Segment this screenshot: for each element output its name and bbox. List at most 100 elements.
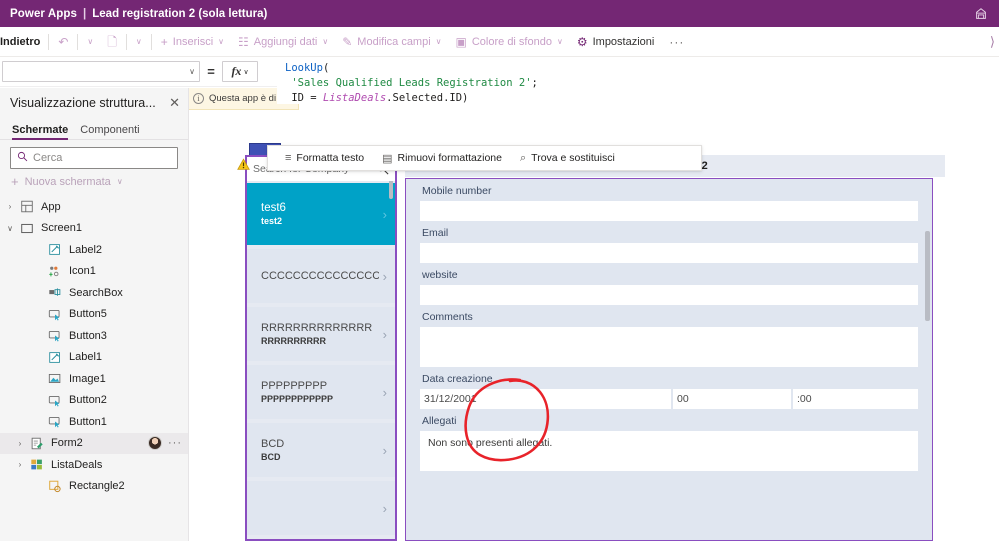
tree-node-app[interactable]: › App: [0, 196, 188, 218]
tree-node-button3[interactable]: Button3: [0, 325, 188, 347]
tree-node-label: Button3: [69, 329, 107, 342]
allegati-empty-text: Non sono presenti allegati.: [420, 431, 918, 471]
gallery-item-texts: PPPPPPPPP PPPPPPPPPPPP: [261, 380, 379, 405]
undo-button[interactable]: ↶: [51, 27, 75, 57]
tree-node-label: Button2: [69, 394, 107, 407]
org-icon[interactable]: [973, 6, 989, 22]
format-text-button[interactable]: ≡ Formatta testo: [276, 145, 373, 171]
tree-node-icon1[interactable]: Icon1: [0, 261, 188, 283]
gallery-item-subtitle: test2: [261, 215, 283, 226]
tab-schermate[interactable]: Schermate: [12, 124, 69, 140]
form-field-mobile-number: Mobile number: [406, 179, 932, 221]
formula-token: =: [310, 92, 323, 104]
chevron-right-icon[interactable]: ›: [383, 501, 387, 516]
more-options-icon[interactable]: ···: [168, 437, 182, 449]
tree-node-label2[interactable]: Label2: [0, 239, 188, 261]
field-input[interactable]: [420, 201, 918, 221]
field-input[interactable]: [420, 285, 918, 305]
back-button[interactable]: Indietro: [0, 27, 46, 57]
tree-node-image1[interactable]: Image1: [0, 368, 188, 390]
formula-token: (: [322, 62, 330, 74]
new-screen-button[interactable]: + Nuova schermata ∨: [0, 172, 188, 194]
copy-button[interactable]: 🗋: [100, 27, 124, 57]
tree-view-panel: Visualizzazione struttura... ✕ Schermate…: [0, 88, 189, 541]
tree-node-rectangle2[interactable]: Rectangle2: [0, 476, 188, 498]
gallery-item[interactable]: CCCCCCCCCCCCCCCCCCC ›: [247, 249, 395, 303]
command-ribbon: Indietro ↶ ∨ 🗋 ∨ + Inserisci ∨ ☷ Aggiung…: [0, 27, 999, 57]
app-icon: [18, 200, 36, 214]
hour-input[interactable]: 00: [673, 389, 791, 409]
form-field-comments: Comments: [406, 305, 932, 367]
ribbon-divider: [77, 33, 79, 50]
chevron-down-icon: ∨: [322, 37, 329, 46]
gallery-scroll-region[interactable]: test6test2›CCCCCCCCCCCCCCCCCCC›RRRRRRRRR…: [247, 183, 395, 541]
chevron-right-icon[interactable]: ›: [383, 385, 387, 400]
tree-node-label1[interactable]: Label1: [0, 347, 188, 369]
undo-dropdown[interactable]: ∨: [80, 27, 100, 57]
gallery-listadeals[interactable]: test6test2›CCCCCCCCCCCCCCCCCCC›RRRRRRRRR…: [245, 155, 397, 541]
formula-input[interactable]: LookUp( 'Sales Qualified Leads Registrat…: [277, 57, 999, 104]
canvas-stage: ≡ Formatta testo ▤ Rimuovi formattazione…: [189, 110, 999, 541]
ribbon-divider: [48, 33, 50, 50]
chevron-down-icon: ∨: [116, 177, 123, 186]
gallery-item[interactable]: ›: [247, 481, 395, 535]
field-input[interactable]: [420, 243, 918, 263]
gallery-item[interactable]: test6 test2 ›: [247, 183, 395, 245]
date-input[interactable]: 31/12/2001: [420, 389, 671, 409]
date-value: 31/12/2001: [420, 389, 671, 409]
undo-icon: ↶: [58, 34, 69, 49]
tree-tabs: Schermate Componenti: [0, 118, 188, 140]
fx-button[interactable]: fx ∨: [222, 61, 258, 82]
expand-chevron-icon[interactable]: ›: [2, 202, 18, 211]
search-input[interactable]: Cerca: [10, 147, 178, 169]
tab-componenti[interactable]: Componenti: [80, 124, 139, 139]
avatar: [148, 436, 162, 451]
gallery-item-title: test6: [261, 201, 286, 214]
tree-node-screen1[interactable]: ∨ Screen1: [0, 218, 188, 240]
find-replace-button[interactable]: ⌕ Trova e sostituisci: [511, 145, 624, 171]
ribbon-expand-icon[interactable]: ⟩: [990, 34, 999, 50]
button-icon: [46, 415, 64, 429]
property-dropdown[interactable]: ∨: [2, 61, 200, 82]
gallery-item[interactable]: PPPPPPPPP PPPPPPPPPPPP ›: [247, 365, 395, 419]
detail-scrollbar[interactable]: [925, 231, 930, 321]
new-screen-label: Nuova schermata: [24, 175, 111, 188]
gear-icon: ⚙: [576, 34, 588, 49]
expand-chevron-icon[interactable]: ›: [12, 439, 28, 448]
tree-node-button5[interactable]: Button5: [0, 304, 188, 326]
minute-input[interactable]: :00: [793, 389, 918, 409]
tree-node-listadeals[interactable]: › ListaDeals: [0, 454, 188, 476]
chevron-right-icon[interactable]: ›: [383, 327, 387, 342]
field-input[interactable]: [420, 327, 918, 367]
copy-dropdown[interactable]: ∨: [129, 27, 149, 57]
warning-triangle-icon[interactable]: [237, 158, 250, 171]
settings-button[interactable]: ⚙ Impostazioni: [570, 27, 662, 57]
chevron-right-icon[interactable]: ›: [383, 269, 387, 284]
tree-node-button1[interactable]: Button1: [0, 411, 188, 433]
tree-node-searchbox[interactable]: SearchBox: [0, 282, 188, 304]
expand-chevron-icon[interactable]: ›: [12, 460, 28, 469]
form2-detail-panel[interactable]: Mobile number Email website Comments Data c…: [405, 178, 933, 541]
edit-fields-button[interactable]: ✎ Modifica campi ∨: [335, 27, 448, 57]
formula-token: .Selected.ID): [386, 92, 469, 104]
allegati-label: Allegati: [422, 415, 457, 427]
gallery-item-texts: CCCCCCCCCCCCCCCCCCC: [261, 270, 379, 283]
background-color-button[interactable]: ▣ Colore di sfondo ∨: [449, 27, 570, 57]
tree-node-form2[interactable]: › Form2 ···: [0, 432, 188, 454]
insert-button[interactable]: + Inserisci ∨: [154, 27, 231, 57]
gallery-item[interactable]: BCD BCD ›: [247, 423, 395, 477]
close-icon[interactable]: ✕: [169, 95, 180, 111]
add-data-button[interactable]: ☷ Aggiungi dati ∨: [231, 27, 335, 57]
chevron-right-icon[interactable]: ›: [383, 207, 387, 222]
chevron-right-icon[interactable]: ›: [383, 443, 387, 458]
tree-node-button2[interactable]: Button2: [0, 390, 188, 412]
gallery-item-title: PPPPPPPPP: [261, 379, 328, 392]
expand-chevron-icon[interactable]: ∨: [2, 224, 18, 233]
tree-search-wrapper: Cerca: [0, 140, 188, 172]
gallery-item[interactable]: RRRRRRRRRRRRRR RRRRRRRRRR ›: [247, 307, 395, 361]
remove-formatting-button[interactable]: ▤ Rimuovi formattazione: [373, 145, 511, 171]
ribbon-overflow-button[interactable]: ···: [661, 35, 692, 49]
brand-label: Power Apps: [10, 7, 78, 20]
tree-node-label: Form2: [51, 437, 83, 450]
fx-label: fx: [231, 64, 242, 78]
